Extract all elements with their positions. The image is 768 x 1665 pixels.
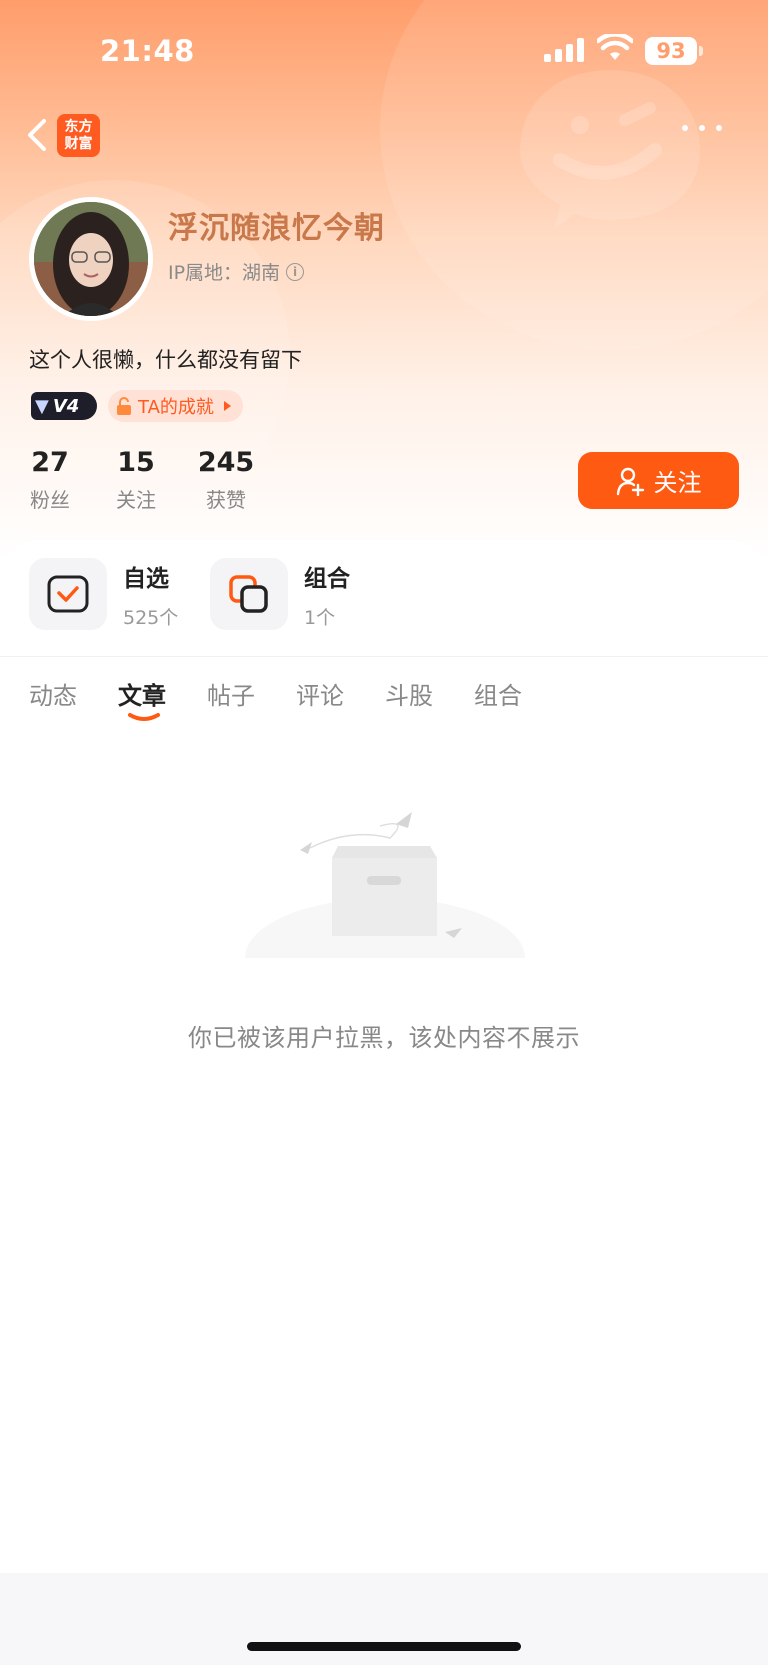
bottom-bar: [0, 1573, 768, 1665]
status-bar: 21:48 93: [0, 0, 768, 104]
stat-likes[interactable]: 245 获赞: [196, 446, 256, 513]
portfolio-link[interactable]: 组合 1个: [210, 558, 350, 630]
level-emblem-icon: ▼: [35, 395, 49, 417]
stat-label: 获赞: [206, 488, 246, 512]
portfolio-count: 1个: [304, 606, 336, 629]
tab-stock-battle[interactable]: 斗股: [385, 676, 474, 711]
watchlist-link[interactable]: 自选 525个: [29, 558, 178, 630]
portfolio-title: 组合: [304, 565, 350, 592]
stat-value: 27: [31, 447, 69, 478]
section-divider: [0, 656, 768, 657]
avatar-photo: [34, 202, 148, 316]
username: 浮沉随浪忆今朝: [168, 211, 385, 246]
caret-right-icon: [223, 401, 231, 411]
level-text: V4: [52, 395, 80, 417]
dot-icon: [682, 125, 688, 131]
logo-line-2: 财富: [64, 135, 93, 152]
tab-posts[interactable]: 帖子: [207, 676, 296, 711]
stat-value: 15: [117, 447, 155, 478]
avatar[interactable]: [29, 197, 153, 321]
stat-followers[interactable]: 27 粉丝: [28, 446, 72, 513]
lock-icon: [117, 397, 131, 415]
achievement-label: TA的成就: [138, 397, 214, 418]
empty-box-illustration: [240, 812, 530, 978]
tab-comments[interactable]: 评论: [296, 676, 385, 711]
watchlist-title: 自选: [123, 565, 169, 592]
checkbox-check-icon: [47, 575, 89, 613]
back-arrow-icon[interactable]: [22, 115, 52, 155]
tab-portfolio[interactable]: 组合: [474, 676, 563, 711]
cellular-signal-icon: [544, 38, 584, 62]
home-indicator[interactable]: [247, 1642, 521, 1651]
dot-icon: [699, 125, 705, 131]
ip-location-text: IP属地：湖南: [168, 262, 281, 284]
user-bio: 这个人很懒，什么都没有留下: [29, 348, 302, 372]
watchlist-icon-box: [29, 558, 107, 630]
stat-following[interactable]: 15 关注: [112, 446, 160, 513]
follow-button[interactable]: 关注: [578, 452, 739, 509]
stat-label: 关注: [116, 488, 156, 512]
status-time: 21:48: [100, 34, 195, 68]
tab-articles[interactable]: 文章: [118, 676, 207, 711]
wifi-icon: [597, 34, 633, 60]
ip-location-row: IP属地：湖南 i: [168, 258, 305, 285]
logo-line-1: 东方: [64, 118, 93, 135]
battery-tip: [699, 46, 703, 56]
achievement-badge[interactable]: TA的成就: [108, 390, 243, 422]
portfolio-icon-box: [210, 558, 288, 630]
more-options-button[interactable]: [682, 120, 722, 136]
watchlist-count: 525个: [123, 606, 179, 629]
empty-state-message: 你已被该用户拉黑，该处内容不展示: [188, 1024, 580, 1052]
follow-button-label: 关注: [653, 469, 702, 497]
battery-indicator: 93: [645, 37, 697, 65]
level-badge[interactable]: ▼ V4: [31, 392, 97, 420]
add-user-icon: [616, 467, 644, 496]
tab-dynamics[interactable]: 动态: [29, 676, 118, 711]
active-tab-indicator: [128, 713, 160, 721]
overlapping-squares-icon: [229, 575, 268, 613]
stat-label: 粉丝: [30, 488, 70, 512]
dot-icon: [716, 125, 722, 131]
info-icon[interactable]: i: [286, 262, 305, 281]
app-logo[interactable]: 东方 财富: [57, 114, 100, 157]
content-tabs: 动态 文章 帖子 评论 斗股 组合: [29, 676, 563, 711]
stat-value: 245: [197, 447, 255, 478]
